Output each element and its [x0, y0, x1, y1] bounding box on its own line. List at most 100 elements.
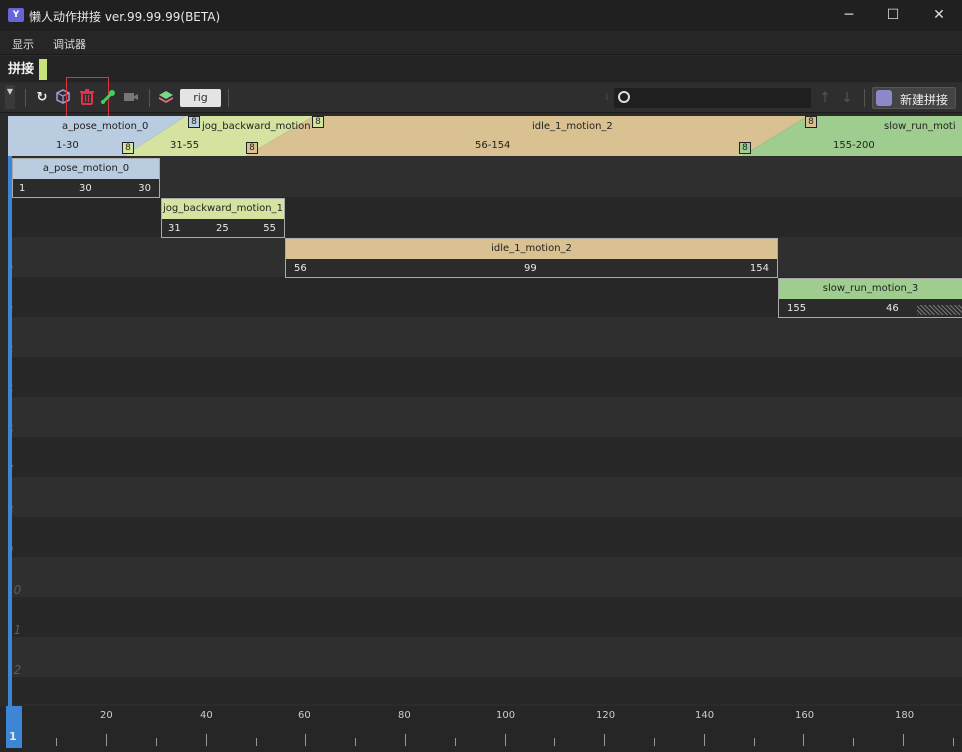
- refresh-icon[interactable]: ↻: [33, 89, 51, 107]
- clip-values: 56 99 154: [286, 259, 777, 277]
- ruler-tick: [604, 734, 605, 746]
- timeline-left-indicator: [8, 156, 12, 706]
- splice-track[interactable]: a_pose_motion_0 1-30 jog_backward_motion…: [8, 116, 962, 156]
- clip-length: 99: [524, 263, 537, 274]
- row: 9: [8, 517, 962, 557]
- ruler-label: 120: [596, 710, 616, 721]
- row: 13: [8, 677, 962, 704]
- ruler-tick: [106, 734, 107, 746]
- timeline-ruler[interactable]: 20 40 60 80 100 120 140 160 180: [0, 706, 962, 752]
- ruler-tick: [305, 734, 306, 746]
- app-icon: Y: [8, 8, 24, 22]
- ruler-label: 60: [298, 710, 311, 721]
- clip-jog-backward-motion-1[interactable]: jog_backward_motion_1 31 25 55: [161, 198, 285, 238]
- clip-end: 30: [138, 183, 151, 194]
- clip-values: 155 46: [779, 299, 962, 317]
- row: 8: [8, 477, 962, 517]
- tab-bar: 拼接: [0, 56, 962, 82]
- ruler-tick: [853, 738, 854, 746]
- blend-badge[interactable]: 8: [739, 142, 751, 154]
- ruler-label: 140: [695, 710, 715, 721]
- separator: [228, 89, 229, 107]
- toolbar: ▼ ↻ rig ⁞ ↑ ↓ 新建拼接: [0, 77, 962, 118]
- segment-idle: [246, 116, 808, 156]
- ruler-tick: [554, 738, 555, 746]
- ruler-tick: [206, 734, 207, 746]
- arrow-up-icon[interactable]: ↑: [816, 89, 834, 107]
- ruler-tick: [953, 738, 954, 746]
- clip-end: 154: [749, 263, 769, 274]
- track-range-a-pose: 1-30: [56, 140, 79, 151]
- blend-badge[interactable]: 8: [188, 116, 200, 128]
- row: 7: [8, 437, 962, 477]
- search-input[interactable]: [614, 88, 811, 108]
- clip-idle-1-motion-2[interactable]: idle_1_motion_2 56 99 154: [285, 238, 778, 278]
- clip-length: 25: [216, 223, 229, 234]
- row: 4: [8, 317, 962, 357]
- ruler-tick: [903, 734, 904, 746]
- ruler-tick: [505, 734, 506, 746]
- menu-display[interactable]: 显示: [12, 36, 34, 52]
- clip-rows: 1 2 3 4 5 6 7 8 9 10 11 12 13 a_pose_mot…: [8, 157, 962, 704]
- blend-badge[interactable]: 8: [312, 116, 324, 128]
- rig-button[interactable]: rig: [180, 89, 221, 107]
- track-label-a-pose: a_pose_motion_0: [62, 121, 149, 132]
- ruler-tick: [156, 738, 157, 746]
- ruler-tick: [355, 738, 356, 746]
- maximize-button[interactable]: ☐: [870, 0, 916, 31]
- track-label-slow-run: slow_run_moti: [884, 121, 956, 132]
- clip-length: 46: [886, 303, 899, 314]
- clip-slow-run-motion-3[interactable]: slow_run_motion_3 155 46: [778, 278, 962, 318]
- separator: [864, 89, 865, 107]
- ruler-label: 20: [100, 710, 113, 721]
- track-label-jog: jog_backward_motion: [202, 121, 310, 132]
- track-range-jog: 31-55: [170, 140, 200, 151]
- track-range-slow-run: 155-200: [833, 140, 875, 151]
- menu-debugger[interactable]: 调试器: [53, 36, 86, 52]
- dropdown-arrow-icon[interactable]: ▼: [5, 85, 15, 109]
- track-range-idle: 56-154: [475, 140, 511, 151]
- row: 6: [8, 397, 962, 437]
- ruler-tick: [754, 738, 755, 746]
- blend-badge[interactable]: 8: [122, 142, 134, 154]
- track-label-idle: idle_1_motion_2: [532, 121, 613, 132]
- separator: [25, 89, 26, 107]
- trash-icon[interactable]: [78, 89, 96, 107]
- close-button[interactable]: ✕: [916, 0, 962, 31]
- window-title: 懒人动作拼接 ver.99.99.99(BETA): [29, 10, 221, 24]
- ruler-tick: [803, 734, 804, 746]
- ruler-tick: [56, 738, 57, 746]
- ruler-tick: [405, 734, 406, 746]
- minimize-button[interactable]: ─: [826, 0, 872, 31]
- new-splice-button[interactable]: 新建拼接: [872, 87, 956, 109]
- title-bar: Y 懒人动作拼接 ver.99.99.99(BETA) ─ ☐ ✕: [0, 0, 962, 31]
- clip-end: 55: [263, 223, 276, 234]
- layers-icon[interactable]: [157, 89, 175, 107]
- camera-icon[interactable]: [122, 89, 140, 107]
- blend-badge[interactable]: 8: [805, 116, 817, 128]
- clip-a-pose-motion-0[interactable]: a_pose_motion_0 1 30 30: [12, 158, 160, 198]
- clip-title: jog_backward_motion_1: [162, 199, 284, 219]
- menu-bar: 显示 调试器: [0, 31, 962, 55]
- clip-title: idle_1_motion_2: [286, 239, 777, 259]
- clip-truncated-pattern: [917, 305, 962, 315]
- arrow-down-icon[interactable]: ↓: [838, 89, 856, 107]
- row: 10: [8, 557, 962, 597]
- blend-badge[interactable]: 8: [246, 142, 258, 154]
- clip-values: 31 25 55: [162, 219, 284, 237]
- separator: [149, 89, 150, 107]
- bone-icon[interactable]: [99, 89, 117, 107]
- clip-start: 155: [787, 303, 807, 314]
- search-icon: [618, 91, 630, 103]
- ruler-tick: [455, 738, 456, 746]
- new-splice-label: 新建拼接: [900, 93, 949, 107]
- clip-start: 56: [294, 263, 307, 274]
- row: 1: [8, 197, 962, 237]
- tab-splice[interactable]: 拼接: [4, 59, 38, 80]
- clip-length: 30: [79, 183, 92, 194]
- drag-handle-icon[interactable]: ⁞: [603, 89, 611, 107]
- ruler-label: 80: [398, 710, 411, 721]
- row: 5: [8, 357, 962, 397]
- clip-title: slow_run_motion_3: [779, 279, 962, 299]
- ruler-tick: [654, 738, 655, 746]
